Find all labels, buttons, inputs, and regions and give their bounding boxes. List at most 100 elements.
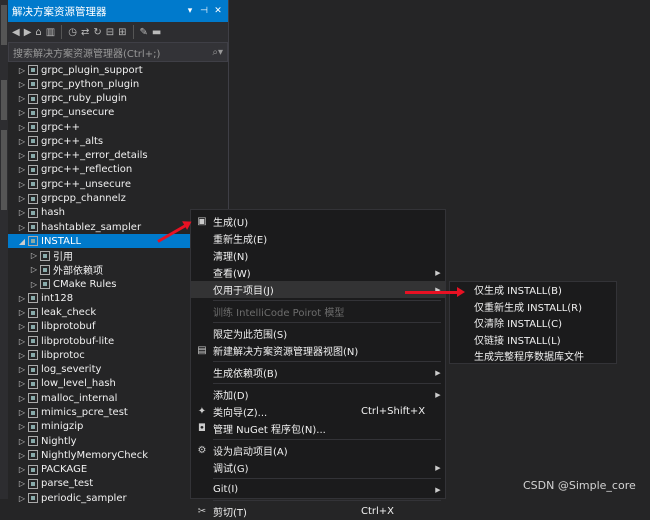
- tree-project-item[interactable]: ▷ grpc_plugin_support: [8, 63, 228, 77]
- expand-arrow-icon[interactable]: ▷: [16, 308, 28, 317]
- menu-item-rebuild-only[interactable]: 仅重新生成 INSTALL(R): [450, 298, 616, 315]
- menu-item-label: 仅用于项目(J): [213, 286, 274, 297]
- menu-item-link-only[interactable]: 仅链接 INSTALL(L): [450, 331, 616, 348]
- menu-item-scope[interactable]: 限定为此范围(S): [191, 325, 445, 342]
- expand-arrow-icon[interactable]: ▷: [16, 322, 28, 331]
- expand-arrow-icon[interactable]: ▷: [16, 223, 28, 232]
- expand-arrow-icon[interactable]: ▷: [16, 465, 28, 474]
- menu-item-full-pdb[interactable]: 生成完整程序数据库文件: [450, 347, 616, 364]
- expand-arrow-icon[interactable]: ▷: [16, 194, 28, 203]
- search-icon[interactable]: ⌕▾: [212, 47, 223, 58]
- menu-item-project-only[interactable]: 仅用于项目(J) ▶: [191, 281, 445, 298]
- menu-item-git[interactable]: Git(I) ▶: [191, 481, 445, 498]
- expand-arrow-icon[interactable]: ▷: [16, 294, 28, 303]
- expand-arrow-icon[interactable]: ▷: [16, 408, 28, 417]
- expand-arrow-icon[interactable]: ▷: [16, 123, 28, 132]
- tree-project-item[interactable]: ▷ grpc++_alts: [8, 134, 228, 148]
- expand-arrow-icon[interactable]: ▷: [28, 265, 40, 274]
- expand-arrow-icon[interactable]: ▷: [16, 66, 28, 75]
- expand-arrow-icon[interactable]: ▷: [16, 108, 28, 117]
- menu-item-add[interactable]: 添加(D) ▶: [191, 386, 445, 403]
- menu-item-new-view[interactable]: ▤ 新建解决方案资源管理器视图(N): [191, 342, 445, 359]
- menu-item-label: 重新生成(E): [213, 235, 268, 246]
- menu-item-cut[interactable]: ✂ 剪切(T) Ctrl+X: [191, 503, 445, 520]
- menu-item-class-wizard[interactable]: ✦ 类向导(Z)... Ctrl+Shift+X: [191, 403, 445, 420]
- tree-project-item[interactable]: ▷ grpcpp_channelz: [8, 191, 228, 205]
- expand-arrow-icon[interactable]: ▷: [16, 479, 28, 488]
- collapse-all-icon[interactable]: ⊟: [106, 27, 114, 38]
- search-box[interactable]: 搜索解决方案资源管理器(Ctrl+;) ⌕▾: [8, 42, 228, 62]
- menu-item-debug[interactable]: 调试(G) ▶: [191, 459, 445, 476]
- expand-arrow-icon[interactable]: ▷: [16, 437, 28, 446]
- expand-arrow-icon[interactable]: ▷: [16, 422, 28, 431]
- expand-arrow-icon[interactable]: ▷: [16, 180, 28, 189]
- menu-item-clean[interactable]: 清理(N): [191, 247, 445, 264]
- tree-project-item[interactable]: ▷ grpc_ruby_plugin: [8, 92, 228, 106]
- tree-project-item[interactable]: ▷ grpc++_error_details: [8, 149, 228, 163]
- search-placeholder: 搜索解决方案资源管理器(Ctrl+;): [13, 48, 161, 60]
- menu-item-view[interactable]: 查看(W) ▶: [191, 264, 445, 281]
- project-icon: [28, 307, 38, 318]
- menu-separator: [213, 383, 441, 384]
- pin-icon[interactable]: ⊣: [198, 6, 210, 16]
- expand-arrow-icon[interactable]: ▷: [16, 80, 28, 89]
- expand-arrow-icon[interactable]: ▷: [16, 94, 28, 103]
- switch-view-icon[interactable]: ▥: [46, 27, 55, 38]
- side-tab[interactable]: [1, 5, 7, 45]
- history-icon[interactable]: ◷: [68, 27, 77, 38]
- tree-project-item[interactable]: ▷ grpc_unsecure: [8, 106, 228, 120]
- refresh-icon[interactable]: ↻: [93, 27, 101, 38]
- expand-arrow-icon[interactable]: ▷: [16, 394, 28, 403]
- side-tab[interactable]: [1, 80, 7, 120]
- tree-project-item[interactable]: ▷ grpc_python_plugin: [8, 77, 228, 91]
- expand-arrow-icon[interactable]: ▷: [16, 337, 28, 346]
- submenu-arrow-icon: ▶: [435, 268, 441, 277]
- tree-project-item[interactable]: ▷ grpc++_unsecure: [8, 177, 228, 191]
- menu-item-nuget[interactable]: ◘ 管理 NuGet 程序包(N)...: [191, 420, 445, 437]
- expand-arrow-icon[interactable]: ▷: [16, 351, 28, 360]
- expand-arrow-icon[interactable]: ▷: [28, 280, 40, 289]
- close-icon[interactable]: ✕: [212, 6, 224, 16]
- tree-item-label: leak_check: [41, 307, 97, 319]
- menu-item-build-deps[interactable]: 生成依赖项(B) ▶: [191, 364, 445, 381]
- menu-item-rebuild[interactable]: 重新生成(E): [191, 230, 445, 247]
- menu-item-build-only[interactable]: 仅生成 INSTALL(B): [450, 281, 616, 298]
- project-icon: [28, 436, 38, 447]
- menu-item-build[interactable]: ▣ 生成(U): [191, 213, 445, 230]
- expand-arrow-icon[interactable]: ▷: [16, 137, 28, 146]
- tree-project-item[interactable]: ▷ grpc++: [8, 120, 228, 134]
- menu-item-clean-only[interactable]: 仅清除 INSTALL(C): [450, 314, 616, 331]
- expand-arrow-icon[interactable]: ▷: [16, 451, 28, 460]
- toolbar-separator: [132, 25, 134, 39]
- collapse-arrow-icon[interactable]: ◢: [16, 237, 28, 246]
- project-icon: [28, 336, 38, 347]
- forward-icon[interactable]: ▶: [24, 27, 32, 38]
- project-icon: [28, 107, 38, 118]
- menu-separator: [213, 439, 441, 440]
- preview-icon[interactable]: ▬: [152, 27, 161, 38]
- tree-item-label: hashtablez_sampler: [41, 221, 142, 233]
- expand-arrow-icon[interactable]: ▷: [16, 165, 28, 174]
- tree-item-label: log_severity: [41, 364, 102, 376]
- expand-arrow-icon[interactable]: ▷: [16, 365, 28, 374]
- expand-arrow-icon[interactable]: ▷: [16, 208, 28, 217]
- menu-item-label: 调试(G): [213, 464, 249, 475]
- expand-arrow-icon[interactable]: ▷: [16, 151, 28, 160]
- menu-separator: [213, 322, 441, 323]
- expand-arrow-icon[interactable]: ▷: [16, 494, 28, 503]
- expand-arrow-icon[interactable]: ▷: [28, 251, 40, 260]
- tree-project-item[interactable]: ▷ grpc++_reflection: [8, 163, 228, 177]
- back-icon[interactable]: ◀: [12, 27, 20, 38]
- side-tab[interactable]: [1, 130, 7, 210]
- tree-item-label: grpc++: [41, 121, 81, 133]
- tree-item-label: parse_test: [41, 478, 94, 490]
- menu-item-startup[interactable]: ⚙ 设为启动项目(A): [191, 442, 445, 459]
- expand-arrow-icon[interactable]: ▷: [16, 379, 28, 388]
- tree-item-label: grpc++_unsecure: [41, 178, 131, 190]
- project-icon: [28, 179, 38, 190]
- home-icon[interactable]: ⌂: [35, 27, 41, 38]
- sync-icon[interactable]: ⇄: [81, 27, 89, 38]
- dropdown-icon[interactable]: ▾: [184, 6, 196, 16]
- show-all-icon[interactable]: ⊞: [118, 27, 126, 38]
- properties-wrench-icon[interactable]: ✎: [140, 27, 148, 38]
